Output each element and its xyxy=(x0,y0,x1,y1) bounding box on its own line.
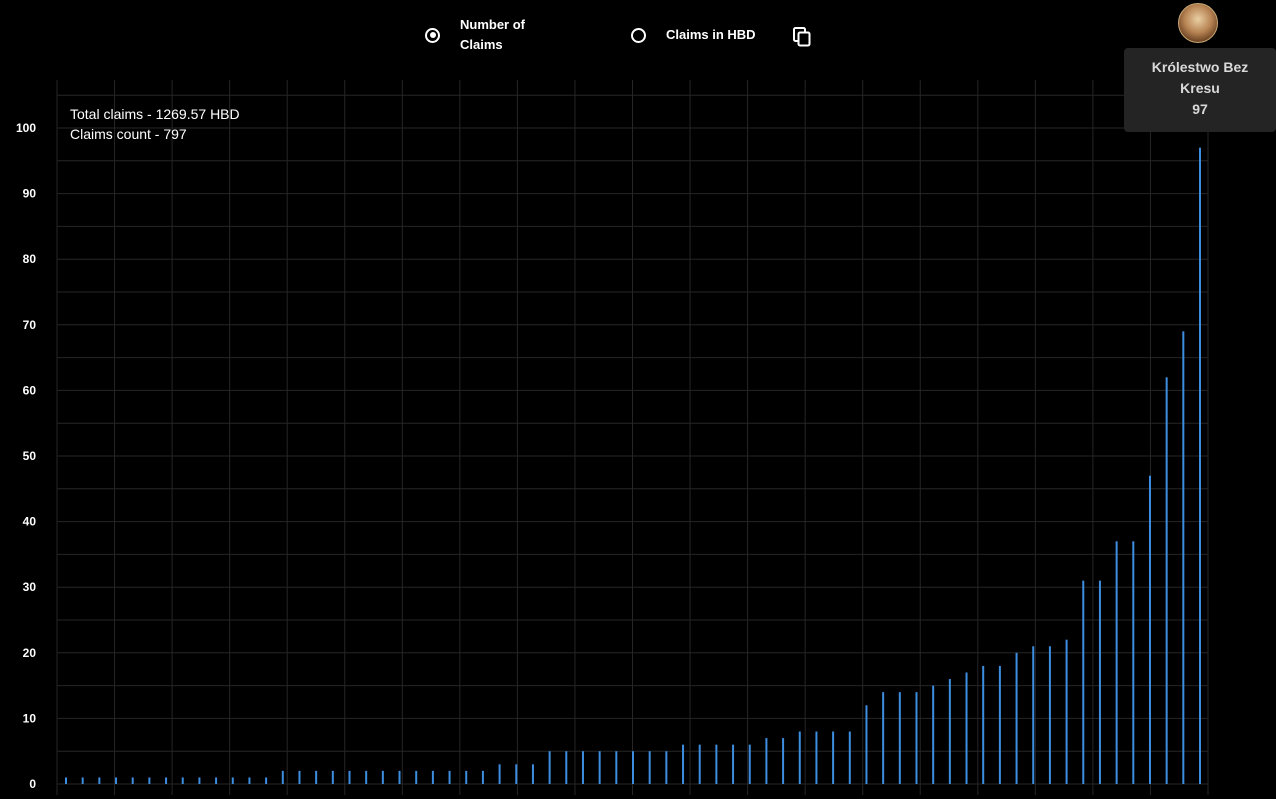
chart-bar[interactable] xyxy=(915,692,918,784)
chart-bar[interactable] xyxy=(1165,377,1168,784)
tooltip-name: Królestwo Bez Kresu xyxy=(1151,59,1249,96)
chart-bar[interactable] xyxy=(965,672,968,784)
chart-bar[interactable] xyxy=(648,751,651,784)
chart-bar[interactable] xyxy=(181,777,184,784)
chart-bar[interactable] xyxy=(865,705,868,784)
chart-bar[interactable] xyxy=(81,777,84,784)
chart-bar[interactable] xyxy=(248,777,251,784)
chart-bar[interactable] xyxy=(815,731,818,784)
y-axis-ticks: 0 10 20 30 40 50 60 70 80 90 100 xyxy=(16,121,36,791)
chart-bar[interactable] xyxy=(265,777,268,784)
copy-icon[interactable] xyxy=(793,27,811,47)
chart-bar[interactable] xyxy=(1148,475,1151,784)
chart-controls: Number of Claims Claims in HBD xyxy=(0,0,1276,80)
chart-bar[interactable] xyxy=(398,770,401,784)
y-tick-label: 10 xyxy=(23,711,37,725)
chart-bar[interactable] xyxy=(531,764,534,784)
chart-bar[interactable] xyxy=(932,685,935,784)
avatar[interactable] xyxy=(1178,3,1218,43)
number-of-claims-radio[interactable]: Number of Claims xyxy=(425,15,550,55)
chart-bar[interactable] xyxy=(215,777,218,784)
chart-bar[interactable] xyxy=(365,770,368,784)
chart-bar[interactable] xyxy=(782,738,785,784)
chart-bar[interactable] xyxy=(615,751,618,784)
chart-bar[interactable] xyxy=(598,751,601,784)
chart-bar[interactable] xyxy=(1199,147,1201,784)
chart-bar[interactable] xyxy=(682,744,685,784)
y-tick-label: 60 xyxy=(23,383,37,397)
number-of-claims-label: Number of Claims xyxy=(460,17,525,52)
chart-bar[interactable] xyxy=(381,770,384,784)
chart-bar[interactable] xyxy=(765,738,768,784)
chart-bar[interactable] xyxy=(298,770,301,784)
chart-bar[interactable] xyxy=(665,751,668,784)
y-tick-label: 70 xyxy=(23,318,37,332)
chart-bar[interactable] xyxy=(1065,639,1068,784)
chart-bar[interactable] xyxy=(565,751,568,784)
claims-in-hbd-radio[interactable]: Claims in HBD xyxy=(631,25,756,45)
chart-bar[interactable] xyxy=(1048,646,1051,784)
chart-bar[interactable] xyxy=(1182,331,1185,784)
chart-bar[interactable] xyxy=(198,777,201,784)
chart-bar[interactable] xyxy=(515,764,518,784)
chart-bar[interactable] xyxy=(1032,646,1035,784)
chart-bar[interactable] xyxy=(231,777,234,784)
chart-bar[interactable] xyxy=(481,770,484,784)
chart-bar[interactable] xyxy=(431,770,434,784)
chart-bar[interactable] xyxy=(415,770,418,784)
chart-bar[interactable] xyxy=(548,751,551,784)
chart-bar[interactable] xyxy=(798,731,801,784)
chart-bar[interactable] xyxy=(131,777,134,784)
chart-grid xyxy=(56,80,1209,795)
chart-bar[interactable] xyxy=(498,764,501,784)
chart-bar[interactable] xyxy=(465,770,468,784)
y-tick-label: 100 xyxy=(16,121,36,135)
chart-bar[interactable] xyxy=(165,777,168,784)
y-tick-label: 30 xyxy=(23,580,37,594)
chart-bar[interactable] xyxy=(1132,541,1135,784)
chart-bar[interactable] xyxy=(1098,580,1101,784)
y-tick-label: 80 xyxy=(23,252,37,266)
chart-bar[interactable] xyxy=(715,744,718,784)
chart-bar[interactable] xyxy=(1082,580,1085,784)
chart-bar[interactable] xyxy=(315,770,318,784)
chart-bar[interactable] xyxy=(115,777,118,784)
chart-bar[interactable] xyxy=(331,770,334,784)
y-tick-label: 90 xyxy=(23,187,37,201)
chart-bar[interactable] xyxy=(882,692,885,784)
chart-tooltip: Królestwo Bez Kresu 97 xyxy=(1124,48,1276,132)
radio-unchecked-icon[interactable] xyxy=(631,27,646,43)
chart-bar[interactable] xyxy=(698,744,701,784)
chart-bar[interactable] xyxy=(98,777,101,784)
radio-checked-icon[interactable] xyxy=(425,27,440,43)
chart-bar[interactable] xyxy=(832,731,835,784)
chart-bar[interactable] xyxy=(732,744,735,784)
chart-bar[interactable] xyxy=(1115,541,1118,784)
tooltip-value: 97 xyxy=(1192,101,1208,117)
chart-bar[interactable] xyxy=(348,770,351,784)
chart-bar[interactable] xyxy=(848,731,851,784)
claims-in-hbd-label: Claims in HBD xyxy=(666,27,756,42)
chart-bar[interactable] xyxy=(748,744,751,784)
chart-summary: Total claims - 1269.57 HBD Claims count … xyxy=(70,104,240,144)
total-claims-text: Total claims - 1269.57 HBD xyxy=(70,106,240,122)
chart-bar[interactable] xyxy=(65,777,67,784)
chart-bar[interactable] xyxy=(148,777,151,784)
y-tick-label: 40 xyxy=(23,515,37,529)
chart-bar[interactable] xyxy=(1015,652,1018,784)
chart-bar[interactable] xyxy=(982,665,985,784)
y-tick-label: 50 xyxy=(23,449,37,463)
chart-bar[interactable] xyxy=(448,770,451,784)
chart-bar[interactable] xyxy=(281,770,284,784)
y-tick-label: 20 xyxy=(23,646,37,660)
chart-bar[interactable] xyxy=(948,679,951,784)
chart-bar[interactable] xyxy=(632,751,634,784)
chart-bar[interactable] xyxy=(998,665,1001,784)
claims-count-text: Claims count - 797 xyxy=(70,126,187,142)
y-tick-label: 0 xyxy=(29,777,36,791)
chart-bar[interactable] xyxy=(898,692,901,784)
chart-bar[interactable] xyxy=(581,751,584,784)
